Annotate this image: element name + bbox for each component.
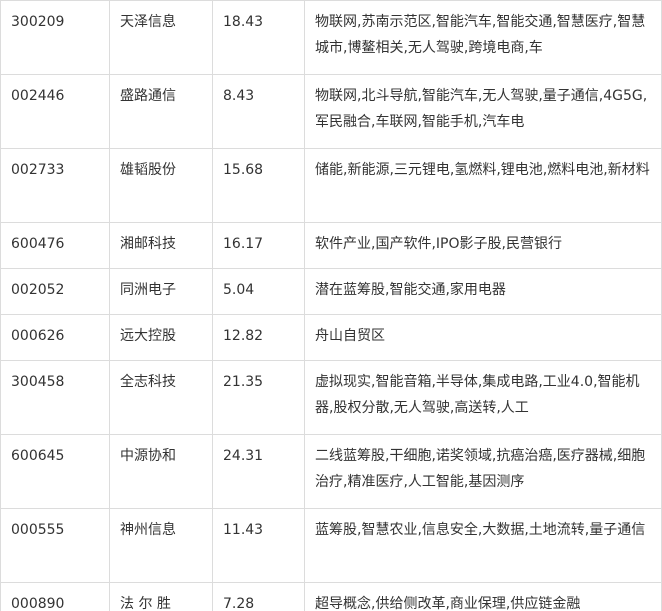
stock-concept-table: 300209 天泽信息 18.43 物联网,苏南示范区,智能汽车,智能交通,智慧…: [0, 0, 662, 611]
stock-concepts: 超导概念,供给侧改革,商业保理,供应链金融: [304, 582, 662, 611]
table-row: 000890 法 尔 胜 7.28 超导概念,供给侧改革,商业保理,供应链金融: [0, 582, 662, 611]
table-row: 600645 中源协和 24.31 二线蓝筹股,干细胞,诺奖领域,抗癌治癌,医疗…: [0, 434, 662, 509]
table-row: 000626 远大控股 12.82 舟山自贸区: [0, 314, 662, 361]
stock-code: 000555: [0, 508, 110, 583]
stock-code: 600476: [0, 222, 110, 269]
stock-name: 天泽信息: [109, 0, 213, 75]
stock-price: 16.17: [212, 222, 305, 269]
stock-price: 12.82: [212, 314, 305, 361]
stock-concepts: 潜在蓝筹股,智能交通,家用电器: [304, 268, 662, 315]
stock-name: 同洲电子: [109, 268, 213, 315]
table-row: 300209 天泽信息 18.43 物联网,苏南示范区,智能汽车,智能交通,智慧…: [0, 0, 662, 75]
stock-name: 远大控股: [109, 314, 213, 361]
stock-concepts: 二线蓝筹股,干细胞,诺奖领域,抗癌治癌,医疗器械,细胞治疗,精准医疗,人工智能,…: [304, 434, 662, 509]
table-row: 300458 全志科技 21.35 虚拟现实,智能音箱,半导体,集成电路,工业4…: [0, 360, 662, 435]
stock-code: 000890: [0, 582, 110, 611]
stock-code: 600645: [0, 434, 110, 509]
stock-price: 24.31: [212, 434, 305, 509]
stock-price: 15.68: [212, 148, 305, 223]
stock-price: 8.43: [212, 74, 305, 149]
stock-code: 000626: [0, 314, 110, 361]
stock-concepts: 软件产业,国产软件,IPO影子股,民营银行: [304, 222, 662, 269]
stock-code: 300458: [0, 360, 110, 435]
table-row: 002733 雄韬股份 15.68 储能,新能源,三元锂电,氢燃料,锂电池,燃料…: [0, 148, 662, 223]
stock-name: 神州信息: [109, 508, 213, 583]
stock-price: 11.43: [212, 508, 305, 583]
stock-concepts: 物联网,苏南示范区,智能汽车,智能交通,智慧医疗,智慧城市,博鳌相关,无人驾驶,…: [304, 0, 662, 75]
stock-code: 002446: [0, 74, 110, 149]
stock-price: 21.35: [212, 360, 305, 435]
stock-name: 中源协和: [109, 434, 213, 509]
stock-name: 全志科技: [109, 360, 213, 435]
stock-code: 002052: [0, 268, 110, 315]
stock-name: 法 尔 胜: [109, 582, 213, 611]
stock-concepts: 物联网,北斗导航,智能汽车,无人驾驶,量子通信,4G5G,军民融合,车联网,智能…: [304, 74, 662, 149]
stock-price: 18.43: [212, 0, 305, 75]
table-row: 002052 同洲电子 5.04 潜在蓝筹股,智能交通,家用电器: [0, 268, 662, 315]
stock-name: 湘邮科技: [109, 222, 213, 269]
stock-concepts: 舟山自贸区: [304, 314, 662, 361]
stock-concepts: 储能,新能源,三元锂电,氢燃料,锂电池,燃料电池,新材料: [304, 148, 662, 223]
stock-price: 7.28: [212, 582, 305, 611]
table-row: 000555 神州信息 11.43 蓝筹股,智慧农业,信息安全,大数据,土地流转…: [0, 508, 662, 583]
stock-code: 300209: [0, 0, 110, 75]
stock-code: 002733: [0, 148, 110, 223]
stock-price: 5.04: [212, 268, 305, 315]
stock-concepts: 蓝筹股,智慧农业,信息安全,大数据,土地流转,量子通信: [304, 508, 662, 583]
stock-name: 雄韬股份: [109, 148, 213, 223]
table-row: 002446 盛路通信 8.43 物联网,北斗导航,智能汽车,无人驾驶,量子通信…: [0, 74, 662, 149]
stock-concepts: 虚拟现实,智能音箱,半导体,集成电路,工业4.0,智能机器,股权分散,无人驾驶,…: [304, 360, 662, 435]
table-row: 600476 湘邮科技 16.17 软件产业,国产软件,IPO影子股,民营银行: [0, 222, 662, 269]
stock-name: 盛路通信: [109, 74, 213, 149]
